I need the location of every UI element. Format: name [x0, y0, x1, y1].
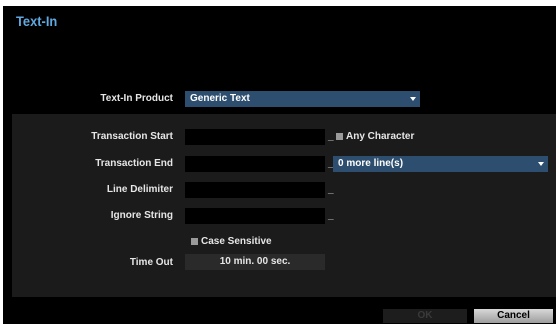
ignore-string-label: Ignore String [110, 210, 173, 221]
line-delimiter-label: Line Delimiter [106, 184, 173, 195]
text-in-dialog: Text-In Text-In Product Generic Text Tra… [3, 6, 556, 324]
case-sensitive-label: Case Sensitive [201, 236, 272, 247]
any-character-label: Any Character [346, 131, 415, 142]
case-sensitive-checkbox[interactable] [191, 238, 198, 245]
any-character-checkbox[interactable] [336, 133, 343, 140]
line-delimiter-cursor: _ [328, 184, 334, 195]
text-in-product-label: Text-In Product [100, 93, 173, 104]
transaction-end-label: Transaction End [95, 158, 173, 169]
time-out-field[interactable]: 10 min. 00 sec. [185, 254, 325, 270]
transaction-start-label: Transaction Start [91, 131, 173, 142]
transaction-end-input[interactable] [185, 156, 325, 172]
ignore-string-cursor: _ [328, 210, 334, 221]
line-delimiter-input[interactable] [185, 182, 325, 198]
cancel-button[interactable]: Cancel [474, 309, 553, 323]
chevron-down-icon [410, 97, 416, 101]
product-row: Text-In Product Generic Text [3, 82, 556, 114]
ignore-string-input[interactable] [185, 208, 325, 224]
transaction-start-input[interactable] [185, 129, 325, 145]
text-in-product-value: Generic Text [190, 93, 250, 104]
ok-button[interactable]: OK [383, 309, 467, 323]
dialog-title: Text-In [16, 13, 58, 29]
time-out-label: Time Out [129, 257, 173, 268]
settings-panel: Transaction Start _ Any Character Transa… [12, 114, 556, 297]
transaction-start-cursor: _ [328, 131, 334, 142]
more-lines-dropdown[interactable]: 0 more line(s) [333, 156, 548, 172]
chevron-down-icon [538, 162, 544, 166]
more-lines-value: 0 more line(s) [338, 158, 404, 169]
text-in-product-dropdown[interactable]: Generic Text [185, 91, 420, 107]
